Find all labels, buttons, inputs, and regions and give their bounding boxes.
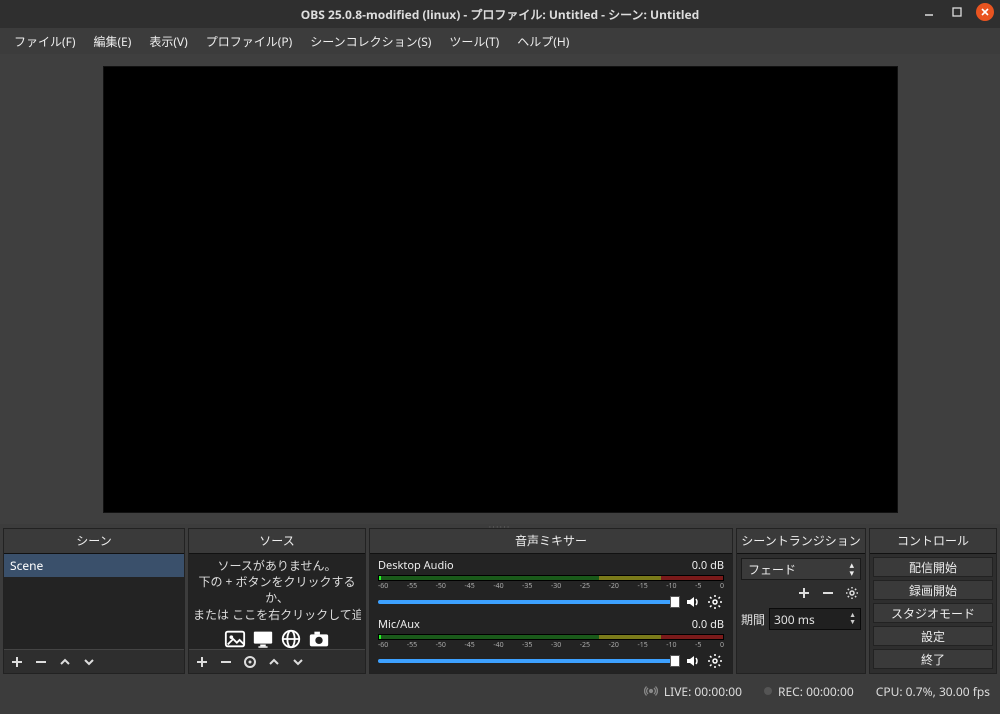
scenes-up-button[interactable] (56, 653, 74, 671)
start-streaming-button[interactable]: 配信開始 (873, 557, 993, 577)
mixer-settings-button[interactable] (706, 652, 724, 670)
sources-add-button[interactable] (193, 653, 211, 671)
mixer-channel-name: Mic/Aux (378, 617, 420, 632)
scenes-panel-title[interactable]: シーン (4, 529, 184, 553)
close-button[interactable] (976, 3, 994, 21)
mixer-settings-button[interactable] (706, 593, 724, 611)
controls-panel: コントロール 配信開始 録画開始 スタジオモード 設定 終了 (869, 528, 997, 674)
mixer-mute-button[interactable] (684, 593, 702, 611)
settings-button[interactable]: 設定 (873, 626, 993, 646)
mixer-mute-button[interactable] (684, 652, 702, 670)
transition-duration-value: 300 ms (774, 611, 815, 628)
transition-add-button[interactable] (795, 584, 813, 602)
preview-area (0, 54, 1000, 524)
menu-help[interactable]: ヘルプ(H) (509, 30, 577, 53)
studio-mode-button[interactable]: スタジオモード (873, 603, 993, 623)
transition-duration-input[interactable]: 300 ms ▲ ▼ (769, 608, 861, 630)
mixer-channel-desktop: Desktop Audio 0.0 dB -60-55-50-45-40-35-… (370, 554, 732, 613)
scenes-add-button[interactable] (8, 653, 26, 671)
image-source-icon (224, 628, 246, 649)
mixer-meter (378, 634, 724, 640)
mixer-channel-name: Desktop Audio (378, 558, 454, 573)
transitions-panel-title[interactable]: シーントランジション (737, 529, 865, 553)
mixer-channel-mic: Mic/Aux 0.0 dB -60-55-50-45-40-35-30-25-… (370, 613, 732, 672)
mixer-ticks: -60-55-50-45-40-35-30-25-20-15-10-50 (378, 582, 724, 591)
mixer-channel-db: 0.0 dB (692, 617, 724, 632)
window-title: OBS 25.0.8-modified (linux) - プロファイル: Un… (301, 6, 700, 23)
menubar: ファイル(F) 編集(E) 表示(V) プロファイル(P) シーンコレクション(… (0, 28, 1000, 54)
minimize-button[interactable] (920, 3, 938, 21)
exit-button[interactable]: 終了 (873, 649, 993, 669)
sources-panel: ソース ソースがありません。 下の + ボタンをクリックするか、 または ここを… (188, 528, 366, 674)
transition-selected-value: フェード (748, 561, 796, 578)
transition-settings-button[interactable] (843, 584, 861, 602)
transition-duration-label: 期間 (741, 611, 765, 628)
sources-empty-line: 下の + ボタンをクリックするか、 (193, 574, 361, 606)
sources-properties-button[interactable] (241, 653, 259, 671)
scenes-remove-button[interactable] (32, 653, 50, 671)
mixer-volume-slider[interactable] (378, 600, 680, 604)
mixer-channel-db: 0.0 dB (692, 558, 724, 573)
scenes-list[interactable]: Scene (4, 553, 184, 649)
sources-list[interactable]: ソースがありません。 下の + ボタンをクリックするか、 または ここを右クリッ… (189, 553, 365, 649)
scenes-down-button[interactable] (80, 653, 98, 671)
preview-canvas[interactable] (103, 66, 898, 513)
menu-view[interactable]: 表示(V) (141, 30, 195, 53)
sources-empty-line: または ここを右クリックして追加してください。 (193, 607, 361, 623)
scenes-panel: シーン Scene (3, 528, 185, 674)
sources-down-button[interactable] (289, 653, 307, 671)
menu-file[interactable]: ファイル(F) (6, 30, 83, 53)
select-updown-icon: ▴▾ (849, 561, 854, 577)
menu-tools[interactable]: ツール(T) (441, 30, 507, 53)
camera-source-icon (308, 628, 330, 649)
scene-item[interactable]: Scene (4, 554, 184, 577)
sources-panel-title[interactable]: ソース (189, 529, 365, 553)
maximize-button[interactable] (948, 3, 966, 21)
menu-edit[interactable]: 編集(E) (85, 30, 139, 53)
sources-remove-button[interactable] (217, 653, 235, 671)
transitions-panel: シーントランジション フェード ▴▾ 期間 300 ms ▲ ▼ (736, 528, 866, 674)
display-source-icon (252, 628, 274, 649)
status-rec: REC: 00:00:00 (778, 683, 854, 700)
transition-select[interactable]: フェード ▴▾ (741, 558, 861, 580)
status-cpu: CPU: 0.7%, 30.00 fps (876, 683, 990, 700)
sources-up-button[interactable] (265, 653, 283, 671)
transition-remove-button[interactable] (819, 584, 837, 602)
spin-down-icon[interactable]: ▼ (849, 620, 856, 626)
titlebar: OBS 25.0.8-modified (linux) - プロファイル: Un… (0, 0, 1000, 28)
mixer-panel-title[interactable]: 音声ミキサー (370, 529, 732, 553)
broadcast-icon (644, 684, 658, 698)
menu-scene-collection[interactable]: シーンコレクション(S) (302, 30, 439, 53)
controls-panel-title[interactable]: コントロール (870, 529, 996, 553)
mixer-meter (378, 575, 724, 581)
mixer-volume-slider[interactable] (378, 659, 680, 663)
sources-empty-line: ソースがありません。 (193, 558, 361, 574)
status-live: LIVE: 00:00:00 (664, 683, 742, 700)
record-indicator-icon (764, 687, 772, 695)
browser-source-icon (280, 628, 302, 649)
start-recording-button[interactable]: 録画開始 (873, 580, 993, 600)
statusbar: LIVE: 00:00:00 REC: 00:00:00 CPU: 0.7%, … (0, 678, 1000, 704)
menu-profile[interactable]: プロファイル(P) (198, 30, 300, 53)
mixer-panel: 音声ミキサー Desktop Audio 0.0 dB -60-55-50-45… (369, 528, 733, 674)
mixer-ticks: -60-55-50-45-40-35-30-25-20-15-10-50 (378, 641, 724, 650)
